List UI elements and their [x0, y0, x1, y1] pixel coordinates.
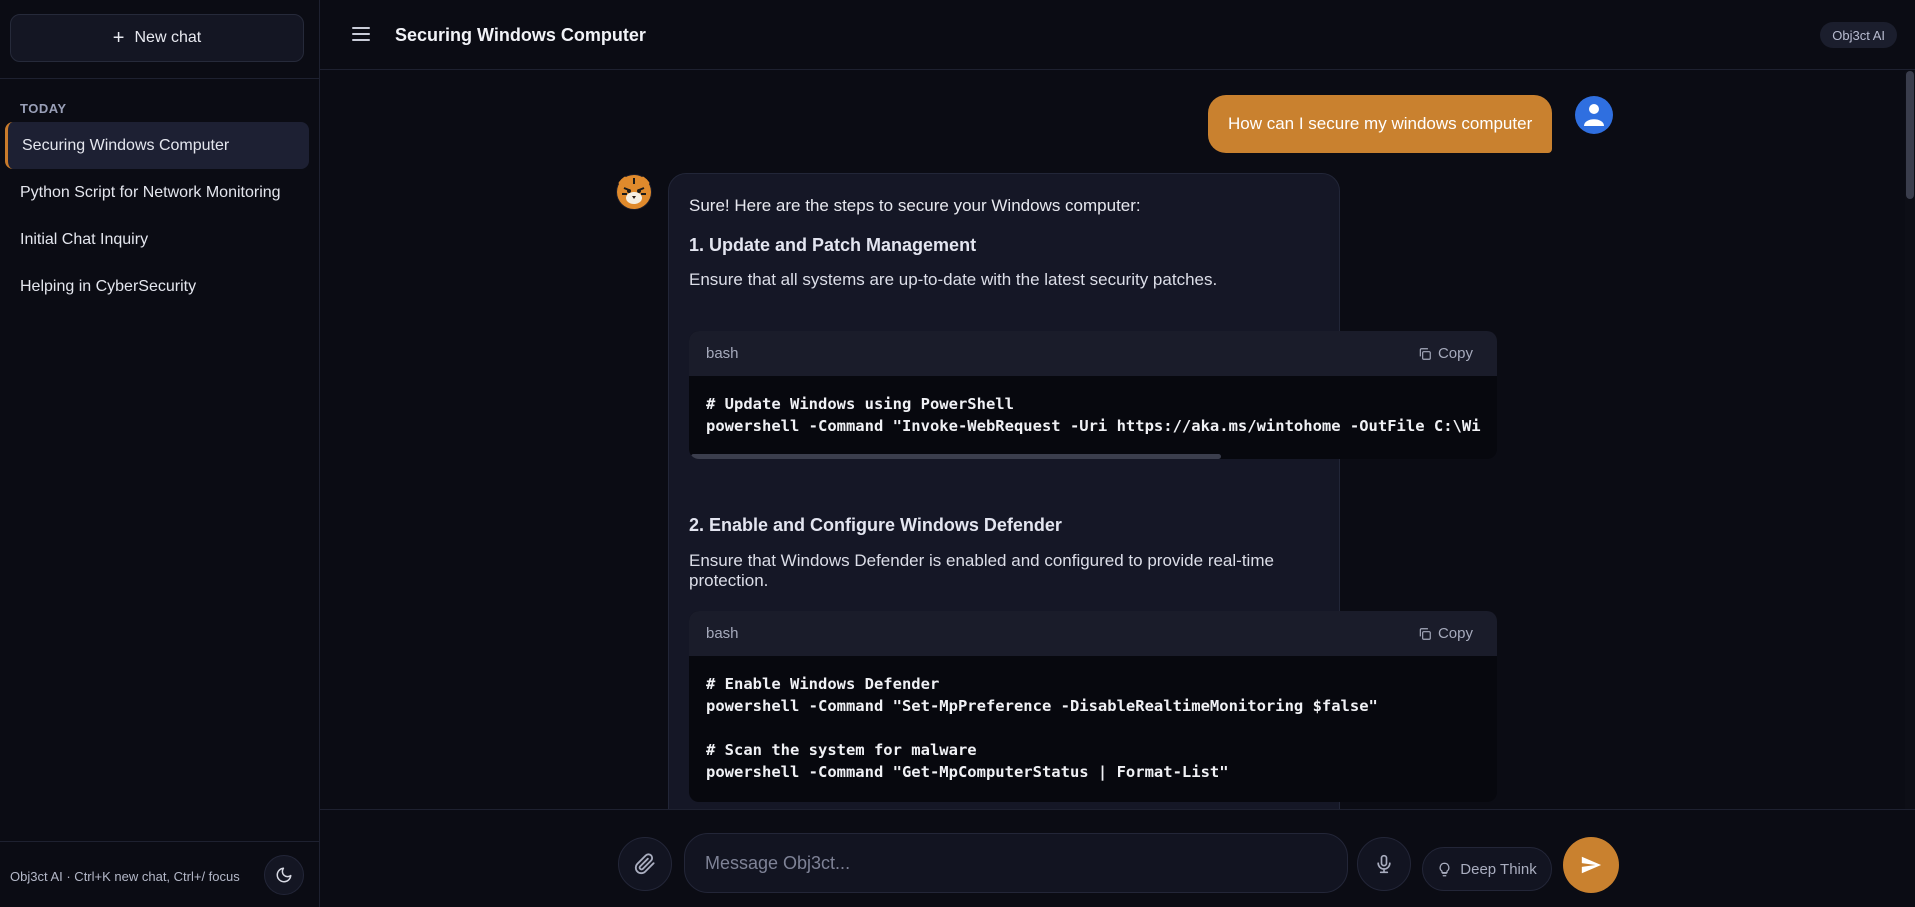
chat-item-cybersecurity[interactable]: Helping in CyberSecurity [5, 263, 309, 310]
code-content: # Update Windows using PowerShell powers… [706, 395, 1481, 435]
user-icon [1584, 104, 1604, 126]
attach-button[interactable] [618, 837, 672, 891]
send-icon [1581, 856, 1602, 874]
sidebar-footer-divider [0, 841, 320, 842]
code-language: bash [706, 625, 739, 642]
deep-think-button[interactable]: Deep Think [1422, 847, 1552, 891]
microphone-button[interactable] [1357, 837, 1411, 891]
theme-toggle-button[interactable] [264, 855, 304, 895]
chat-area: How can I secure my windows computer Sur… [320, 71, 1915, 809]
user-avatar [1575, 96, 1613, 134]
copy-icon [1419, 627, 1431, 640]
code-block: bash Copy # Update Windows using PowerSh… [689, 331, 1497, 459]
section-heading: 2. Enable and Configure Windows Defender [689, 515, 1062, 535]
new-chat-button[interactable]: + New chat [10, 14, 304, 62]
menu-button[interactable] [350, 24, 372, 46]
copy-icon [1419, 347, 1431, 360]
chat-scrollbar[interactable] [1905, 71, 1915, 809]
shortcut-hint: Obj3ct AI · Ctrl+K new chat, Ctrl+/ focu… [10, 869, 240, 884]
copy-label: Copy [1437, 625, 1473, 642]
section-text: Ensure that all systems are up-to-date w… [689, 270, 1218, 289]
chat-item-python-script[interactable]: Python Script for Network Monitoring [5, 169, 309, 216]
section-text: Ensure that Windows Defender is enabled … [689, 551, 1274, 590]
chat-item-label: Helping in CyberSecurity [20, 277, 197, 295]
code-content: # Enable Windows Defender powershell -Co… [706, 675, 1378, 781]
copy-label: Copy [1437, 345, 1473, 362]
copy-button[interactable]: Copy [1418, 625, 1473, 642]
code-block-header: bash Copy [689, 331, 1497, 376]
sidebar-divider [0, 78, 320, 79]
scrollbar-thumb[interactable] [1906, 71, 1914, 199]
deep-think-label: Deep Think [1460, 860, 1537, 878]
new-chat-label: New chat [134, 29, 202, 46]
bot-avatar [616, 174, 652, 210]
assistant-message-card: Sure! Here are the steps to secure your … [668, 173, 1497, 809]
message-input[interactable] [684, 833, 1348, 893]
code-horizontal-scrollbar[interactable] [691, 454, 1221, 459]
moon-icon [276, 867, 292, 883]
lightbulb-icon [1439, 862, 1450, 876]
code-language: bash [706, 345, 739, 362]
code-block-header: bash Copy [689, 611, 1497, 656]
chat-item-initial-inquiry[interactable]: Initial Chat Inquiry [5, 216, 309, 263]
chat-item-label: Securing Windows Computer [22, 136, 230, 154]
section-heading: 1. Update and Patch Management [689, 235, 977, 255]
page-title: Securing Windows Computer [395, 25, 646, 45]
section-label-today: TODAY [20, 101, 67, 116]
chat-item-label: Initial Chat Inquiry [20, 230, 149, 248]
assistant-intro: Sure! Here are the steps to secure your … [689, 196, 1141, 215]
chat-history-list: Securing Windows Computer Python Script … [5, 122, 309, 310]
chat-item-securing-windows[interactable]: Securing Windows Computer [5, 122, 309, 169]
sidebar: + New chat TODAY Securing Windows Comput… [0, 0, 320, 907]
composer: Deep Think [320, 809, 1915, 907]
plus-icon: + [112, 27, 125, 49]
chat-item-label: Python Script for Network Monitoring [20, 183, 281, 201]
code-block: bash Copy # Enable Windows Defender powe… [689, 611, 1497, 802]
send-button[interactable] [1563, 837, 1619, 893]
user-message-bubble: How can I secure my windows computer [1208, 95, 1553, 153]
top-bar: Securing Windows Computer Obj3ct AI [320, 0, 1915, 70]
paperclip-icon [634, 853, 655, 875]
tiger-icon [617, 175, 651, 209]
user-message-text: How can I secure my windows computer [1228, 114, 1533, 133]
brand-badge: Obj3ct AI [1820, 22, 1897, 48]
hamburger-icon [352, 27, 370, 29]
copy-button[interactable]: Copy [1418, 345, 1473, 362]
microphone-icon [1377, 854, 1391, 874]
